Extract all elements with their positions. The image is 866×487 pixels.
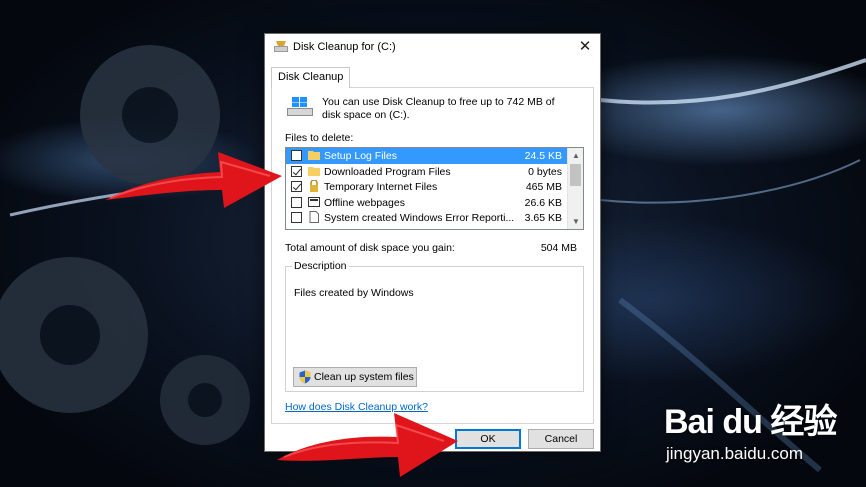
tab-panel: You can use Disk Cleanup to free up to 7… — [271, 87, 594, 424]
file-name: Temporary Internet Files — [324, 181, 438, 193]
scroll-down-icon[interactable]: ▼ — [568, 214, 583, 229]
total-space-label: Total amount of disk space you gain: — [285, 242, 455, 254]
window-title: Disk Cleanup for (C:) — [293, 41, 396, 53]
file-name: Setup Log Files — [324, 150, 397, 162]
checkbox[interactable] — [291, 212, 302, 223]
scroll-thumb[interactable] — [570, 164, 581, 186]
list-item[interactable]: Temporary Internet Files 465 MB — [286, 179, 568, 195]
files-to-delete-label: Files to delete: — [285, 132, 354, 144]
ok-button[interactable]: OK — [455, 429, 521, 449]
gear-icon — [160, 355, 250, 445]
lock-icon — [310, 180, 318, 192]
close-button[interactable]: ✕ — [570, 34, 600, 61]
list-item[interactable]: Downloaded Program Files 0 bytes — [286, 164, 568, 180]
uac-shield-icon — [299, 370, 311, 384]
file-size: 3.65 KB — [524, 212, 562, 224]
checkbox[interactable] — [291, 150, 302, 161]
file-name: Downloaded Program Files — [324, 165, 451, 178]
total-space-value: 504 MB — [540, 242, 577, 254]
cancel-button[interactable]: Cancel — [528, 429, 594, 449]
arrow-icon — [105, 152, 282, 208]
file-size: 465 MB — [525, 181, 562, 193]
clean-up-system-files-label: Clean up system files — [314, 371, 414, 383]
clean-up-system-files-button[interactable]: Clean up system files — [293, 367, 417, 387]
baidu-watermark: Bai du 经验 jingyan.baidu.com — [664, 392, 844, 472]
baidu-logo: Bai du 经验 — [664, 403, 837, 441]
file-name: System created Windows Error Reporti... — [324, 212, 515, 224]
document-icon — [309, 211, 319, 223]
tab-disk-cleanup[interactable]: Disk Cleanup — [271, 67, 351, 88]
description-legend: Description — [292, 260, 349, 272]
disk-cleanup-dialog: Disk Cleanup for (C:) ✕ Disk Cleanup You… — [264, 33, 601, 452]
arrow-icon — [277, 413, 458, 477]
files-list[interactable]: Setup Log Files 24.5 KB Downloaded Progr… — [285, 147, 584, 230]
file-size: 26.6 KB — [524, 196, 562, 209]
intro-text: You can use Disk Cleanup to free up to 7… — [322, 96, 555, 121]
file-name: Offline webpages — [324, 196, 405, 209]
checkbox[interactable] — [291, 196, 302, 208]
checkbox[interactable] — [291, 181, 302, 192]
file-size: 24.5 KB — [524, 150, 562, 162]
description-text: Files created by Windows — [294, 287, 414, 299]
checkbox[interactable] — [291, 165, 302, 177]
webpage-icon — [308, 196, 320, 207]
list-item[interactable]: Offline webpages 26.6 KB — [286, 195, 568, 211]
folder-icon — [308, 151, 320, 160]
scroll-up-icon[interactable]: ▲ — [568, 148, 583, 163]
list-scrollbar[interactable]: ▲ ▼ — [567, 148, 583, 229]
gear-icon — [0, 257, 148, 413]
baidu-url: jingyan.baidu.com — [666, 444, 804, 463]
drive-cleanup-icon — [274, 41, 288, 52]
title-bar[interactable]: Disk Cleanup for (C:) ✕ — [265, 34, 600, 61]
file-size: 0 bytes — [528, 165, 562, 178]
drive-icon — [287, 97, 313, 116]
list-item[interactable]: System created Windows Error Reporti... … — [286, 210, 568, 226]
folder-icon — [308, 166, 320, 176]
list-item[interactable]: Setup Log Files 24.5 KB — [286, 148, 568, 164]
